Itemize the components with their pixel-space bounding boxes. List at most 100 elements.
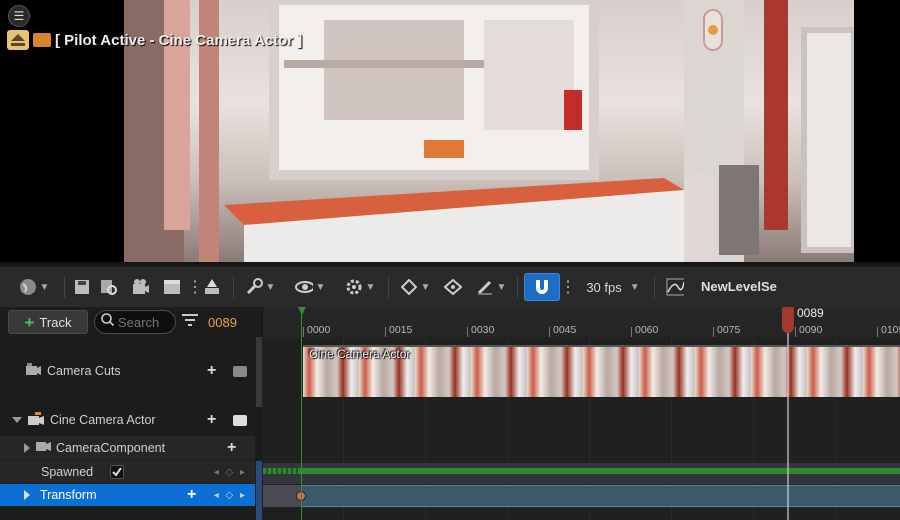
pilot-indicator: [ Pilot Active - Cine Camera Actor ] xyxy=(7,30,302,50)
key-navigation-icon[interactable]: ◂ ◇ ▸ xyxy=(214,467,247,478)
add-property-button[interactable]: + xyxy=(227,439,236,457)
add-track-button[interactable]: + Track xyxy=(8,310,88,334)
camera-button[interactable] xyxy=(125,273,157,301)
cine-camera-icon xyxy=(28,411,44,429)
world-settings-button[interactable]: ▼ xyxy=(10,273,58,301)
track-row-spawned[interactable]: Spawned ◂ ◇ ▸ xyxy=(0,461,255,483)
pencil-icon xyxy=(476,278,494,296)
toolbar-divider xyxy=(388,276,389,298)
playback-options-button[interactable]: ▼ xyxy=(338,273,382,301)
search-box[interactable] xyxy=(94,310,176,334)
tick-label: 0030 xyxy=(471,324,495,336)
toolbar-divider xyxy=(654,276,655,298)
frame-rate-label: 30 fps xyxy=(586,279,622,295)
add-key-button[interactable]: + xyxy=(187,486,196,504)
camera-view-icon[interactable] xyxy=(233,414,247,426)
level-viewport[interactable]: ☰ [ Pilot Active - Cine Camera Actor ] xyxy=(0,0,900,262)
spawned-bar[interactable] xyxy=(263,468,900,474)
tick-label: 0015 xyxy=(389,324,413,336)
find-asset-button[interactable] xyxy=(93,273,125,301)
key-icon xyxy=(444,278,462,296)
expand-arrow-icon[interactable] xyxy=(24,490,30,500)
clapperboard-icon xyxy=(163,278,181,296)
gear-icon xyxy=(345,278,363,296)
spawned-label: Spawned xyxy=(41,465,94,479)
add-track-label: Track xyxy=(39,314,72,330)
auto-key-button[interactable] xyxy=(435,273,471,301)
current-frame-field[interactable]: 0089 xyxy=(208,315,237,330)
chevron-down-icon: ▼ xyxy=(39,281,50,293)
track-row-camera-component[interactable]: CameraComponent + xyxy=(0,436,255,460)
pilot-status-text: [ Pilot Active - Cine Camera Actor ] xyxy=(55,31,303,49)
eye-icon xyxy=(294,278,313,296)
tick-label: 0090 xyxy=(799,324,823,336)
camera-cuts-icon xyxy=(26,362,41,380)
camera-icon xyxy=(132,278,150,296)
camera-lock-icon[interactable] xyxy=(233,365,247,377)
tick-label: 0060 xyxy=(635,324,659,336)
tick-label: 0000 xyxy=(307,324,331,336)
save-button[interactable] xyxy=(71,273,93,301)
plus-icon: + xyxy=(24,312,35,332)
render-movie-button[interactable] xyxy=(157,273,187,301)
curve-editor-button[interactable] xyxy=(661,273,689,301)
sequence-name: NewLevelSe xyxy=(701,279,777,294)
tick-mark xyxy=(467,327,468,337)
key-navigation-icon[interactable]: ◂ ◇ ▸ xyxy=(214,490,247,501)
track-outliner: Camera Cuts + Cine Camera Actor + Camera… xyxy=(0,337,262,520)
sequence-breadcrumb[interactable]: NewLevelSe xyxy=(701,278,900,296)
search-icon xyxy=(101,313,115,331)
collapse-arrow-icon[interactable] xyxy=(12,417,22,423)
frame-rate-dropdown[interactable]: 30 fps ▼ xyxy=(578,273,648,301)
tick-label: 0075 xyxy=(717,324,741,336)
spawned-checkbox[interactable] xyxy=(110,465,124,479)
playback-start-marker[interactable] xyxy=(298,307,306,315)
toolbar-divider xyxy=(233,276,234,298)
actions-button[interactable] xyxy=(197,273,227,301)
chevron-down-icon: ▼ xyxy=(265,281,276,293)
playhead-line xyxy=(787,333,789,520)
find-icon xyxy=(100,278,118,296)
snap-toggle-button[interactable] xyxy=(524,273,560,301)
playhead-handle[interactable] xyxy=(782,307,794,333)
transform-section[interactable] xyxy=(263,485,900,507)
add-camera-cut-button[interactable]: + xyxy=(207,362,216,380)
expand-arrow-icon[interactable] xyxy=(24,443,30,453)
track-row-cine-camera-actor[interactable]: Cine Camera Actor + xyxy=(0,408,255,432)
viewport-menu-button[interactable]: ☰ xyxy=(8,5,30,27)
snap-options-icon[interactable]: ⋮ xyxy=(560,277,576,297)
tick-mark xyxy=(385,327,386,337)
chevron-down-icon: ▼ xyxy=(629,281,640,293)
edit-options-button[interactable]: ▼ xyxy=(471,273,511,301)
tick-mark xyxy=(795,327,796,337)
checkmark-icon xyxy=(112,467,122,477)
tick-label: 0105 xyxy=(881,324,900,336)
filter-icon[interactable] xyxy=(182,313,198,332)
toolbar-divider xyxy=(64,276,65,298)
more-options-icon[interactable]: ⋮ xyxy=(187,277,203,297)
camera-icon xyxy=(33,33,51,47)
save-icon xyxy=(73,278,91,296)
track-row-camera-cuts[interactable]: Camera Cuts + xyxy=(0,359,255,383)
curve-editor-icon xyxy=(666,278,684,296)
tick-mark xyxy=(549,327,550,337)
search-input[interactable] xyxy=(118,314,174,330)
diamond-icon xyxy=(400,278,418,296)
tick-mark xyxy=(713,327,714,337)
add-component-button[interactable]: + xyxy=(207,411,216,429)
playback-start-line[interactable] xyxy=(301,307,302,520)
outliner-header: + Track 0089 xyxy=(0,307,262,337)
wrench-icon xyxy=(245,278,263,296)
transform-label: Transform xyxy=(40,488,97,502)
camera-cut-section-label: Cine Camera Actor xyxy=(309,347,411,361)
track-row-transform[interactable]: Transform + ◂ ◇ ▸ xyxy=(0,484,255,506)
playhead-frame-label: 0089 xyxy=(797,306,824,320)
camera-component-label: CameraComponent xyxy=(56,441,166,455)
cine-camera-actor-label: Cine Camera Actor xyxy=(50,413,156,427)
chevron-down-icon: ▼ xyxy=(365,281,376,293)
key-options-button[interactable]: ▼ xyxy=(395,273,435,301)
view-options-button[interactable]: ▼ xyxy=(288,273,332,301)
actions-icon xyxy=(203,278,221,296)
eject-icon[interactable] xyxy=(7,30,29,50)
tools-button[interactable]: ▼ xyxy=(240,273,280,301)
